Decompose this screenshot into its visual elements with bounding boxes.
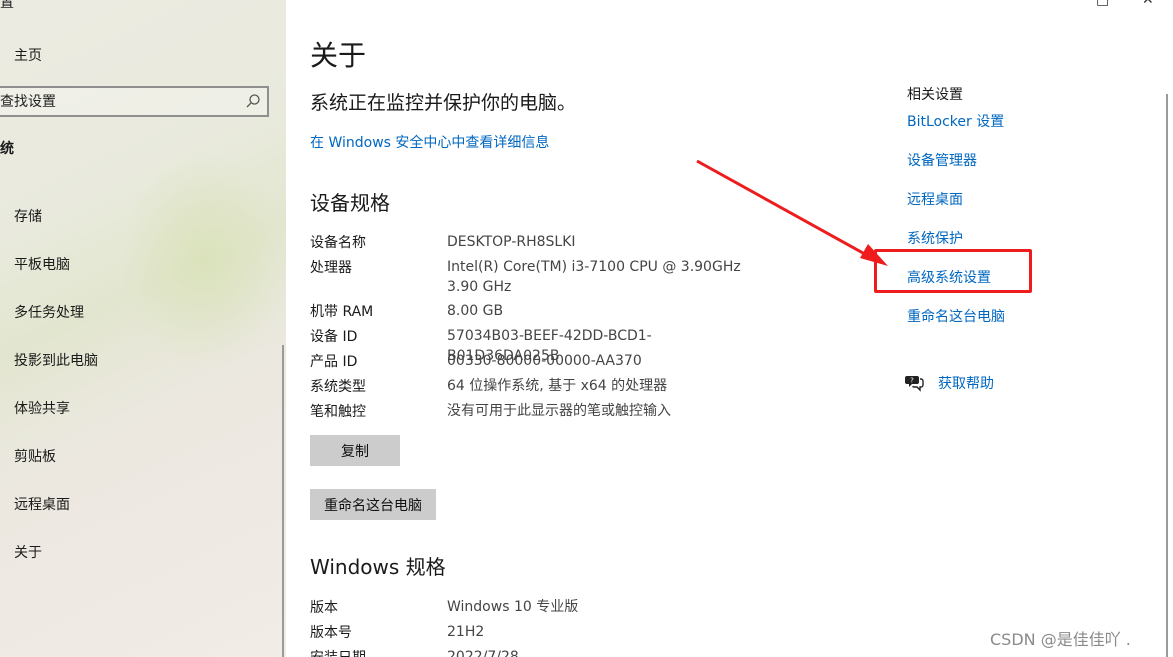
spec-label: 系统类型 — [310, 379, 366, 395]
sidebar-item-home[interactable]: 主页 — [14, 45, 42, 65]
spec-label: 设备名称 — [310, 235, 366, 251]
help-chat-icon: ? — [905, 376, 924, 392]
spec-label: 安装日期 — [310, 647, 366, 657]
spec-value: 8.00 GB — [447, 303, 504, 319]
spec-label: 产品 ID — [310, 354, 358, 370]
spec-value: 没有可用于此显示器的笔或触控输入 — [447, 403, 671, 419]
sidebar-section-system-partial: 统 — [0, 141, 14, 157]
sidebar-item-projecting[interactable]: 投影到此电脑 — [14, 350, 98, 370]
spec-label: 设备 ID — [310, 329, 358, 345]
maximize-button[interactable]: □ — [1096, 0, 1109, 8]
related-link-rename-pc[interactable]: 重命名这台电脑 — [907, 306, 1005, 326]
search-icon[interactable] — [245, 93, 261, 109]
protection-status: 系统正在监控并保护你的电脑。 — [310, 92, 577, 114]
spec-label: 笔和触控 — [310, 404, 366, 420]
sidebar-scrollbar[interactable] — [282, 345, 284, 657]
watermark: CSDN @是佳佳吖 . — [990, 630, 1131, 649]
copy-button[interactable]: 复制 — [310, 435, 400, 466]
security-center-link[interactable]: 在 Windows 安全中心中查看详细信息 — [310, 132, 549, 152]
spec-value: Intel(R) Core(TM) i3-7100 CPU @ 3.90GHz … — [447, 259, 741, 295]
spec-value: 2022/7/28 — [447, 649, 519, 657]
spec-value: 21H2 — [447, 624, 485, 640]
search-box[interactable] — [0, 86, 269, 117]
spec-value: 64 位操作系统, 基于 x64 的处理器 — [447, 378, 668, 394]
spec-label: 机带 RAM — [310, 304, 374, 320]
search-input[interactable] — [0, 88, 238, 115]
related-link-system-protection[interactable]: 系统保护 — [907, 228, 963, 248]
sidebar-item-multitasking[interactable]: 多任务处理 — [14, 302, 84, 322]
related-link-device-manager[interactable]: 设备管理器 — [907, 150, 977, 170]
related-link-remote-desktop[interactable]: 远程桌面 — [907, 189, 963, 209]
related-link-bitlocker[interactable]: BitLocker 设置 — [907, 111, 1004, 131]
page-title: 关于 — [310, 39, 367, 72]
close-button[interactable]: ✕ — [1142, 0, 1154, 8]
spec-label: 版本 — [310, 600, 338, 616]
spec-value: Windows 10 专业版 — [447, 599, 579, 615]
spec-value: DESKTOP-RH8SLKI — [447, 234, 576, 250]
sidebar-item-shared-experiences[interactable]: 体验共享 — [14, 398, 70, 418]
annotation-highlight-box — [874, 249, 1032, 293]
sidebar-item-storage[interactable]: 存储 — [14, 206, 42, 226]
sidebar-item-remote-desktop[interactable]: 远程桌面 — [14, 494, 70, 514]
main-content: □ ✕ 关于 系统正在监控并保护你的电脑。 在 Windows 安全中心中查看详… — [286, 0, 1173, 657]
spec-label: 处理器 — [310, 260, 352, 276]
sidebar: 置 主页 统 存储 平板电脑 多任务处理 投影到此电脑 体验共享 剪贴板 远程桌… — [0, 0, 286, 657]
device-specs-heading: 设备规格 — [310, 191, 390, 215]
related-settings-heading: 相关设置 — [907, 87, 963, 103]
window-title-partial: 置 — [0, 0, 14, 11]
rename-pc-button[interactable]: 重命名这台电脑 — [310, 489, 436, 520]
sidebar-item-about[interactable]: 关于 — [14, 542, 42, 562]
background-wallpaper-blur — [120, 150, 286, 370]
windows-specs-heading: Windows 规格 — [310, 555, 446, 579]
svg-text:?: ? — [910, 377, 914, 385]
spec-value: 00330-80000-00000-AA370 — [447, 353, 642, 369]
get-help-link[interactable]: 获取帮助 — [938, 373, 994, 393]
sidebar-item-clipboard[interactable]: 剪贴板 — [14, 446, 56, 466]
sidebar-item-tablet[interactable]: 平板电脑 — [14, 254, 70, 274]
main-scrollbar[interactable] — [1166, 94, 1168, 657]
spec-label: 版本号 — [310, 625, 352, 641]
